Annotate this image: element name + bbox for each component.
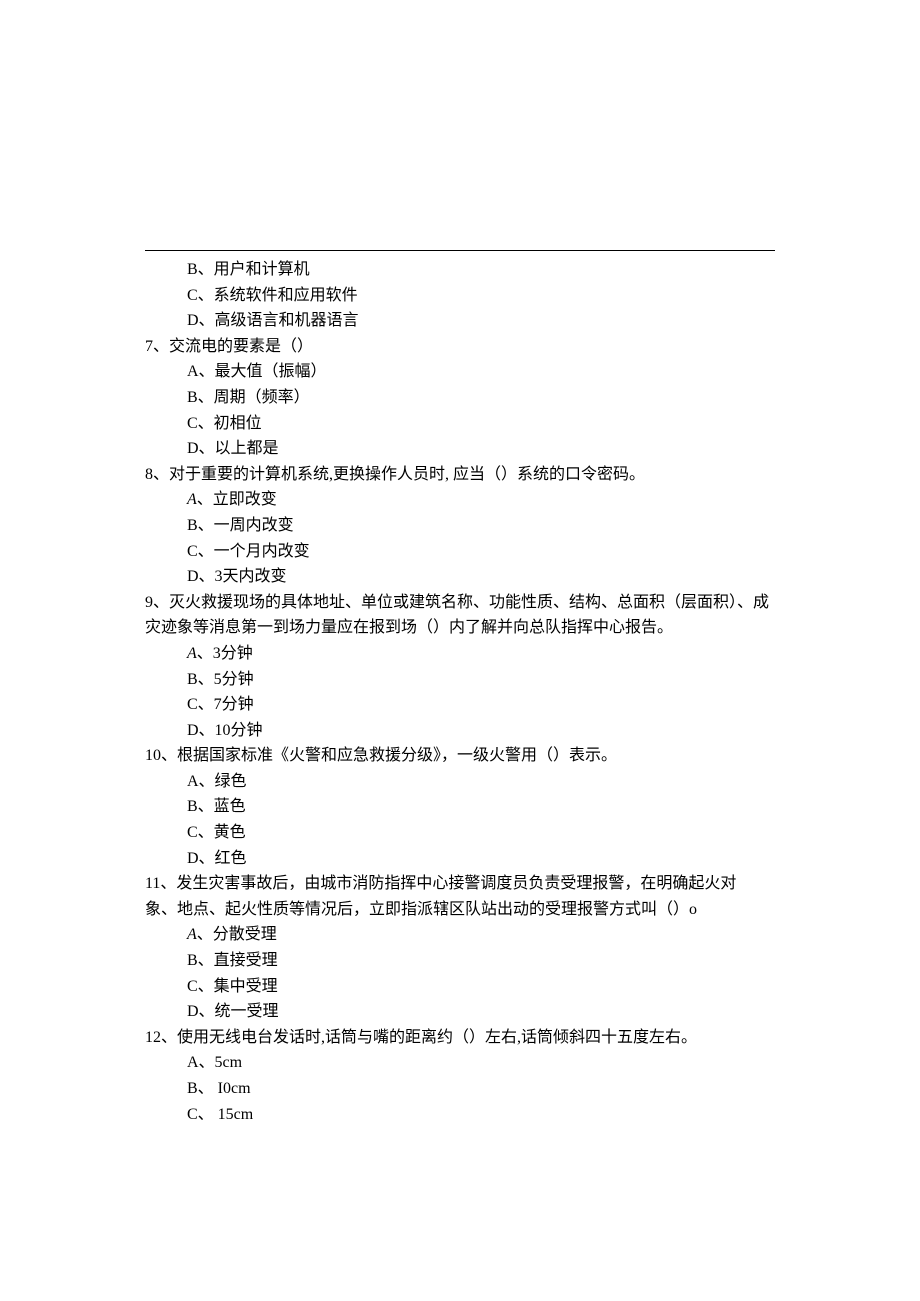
question-11-option-d: D、统一受理 bbox=[145, 999, 775, 1025]
italic-letter-a: A bbox=[187, 926, 197, 943]
question-8: 8、对于重要的计算机系统,更换操作人员时, 应当（）系统的口令密码。 bbox=[145, 462, 775, 488]
question-10-option-d: D、红色 bbox=[145, 846, 775, 872]
question-7-option-a: A、最大值（振幅） bbox=[145, 359, 775, 385]
question-8-option-c: C、一个月内改变 bbox=[145, 539, 775, 565]
question-6-option-c: C、系统软件和应用软件 bbox=[145, 283, 775, 309]
question-9-option-a: A、3分钟 bbox=[145, 641, 775, 667]
question-12: 12、使用无线电台发话时,话筒与嘴的距离约（）左右,话筒倾斜四十五度左右。 bbox=[145, 1025, 775, 1051]
question-11-line-1: 11、发生灾害事故后，由城市消防指挥中心接警调度员负责受理报警，在明确起火对 bbox=[145, 871, 775, 897]
question-9-line-1: 9、灭火救援现场的具体地址、单位或建筑名称、功能性质、结构、总面积（层面积）、成 bbox=[145, 590, 775, 616]
question-9-option-a-text: 、3分钟 bbox=[197, 645, 253, 662]
question-9-option-d: D、10分钟 bbox=[145, 718, 775, 744]
question-10-option-a: A、绿色 bbox=[145, 769, 775, 795]
question-9-option-b: B、5分钟 bbox=[145, 667, 775, 693]
question-9-option-c: C、7分钟 bbox=[145, 692, 775, 718]
question-7: 7、交流电的要素是（） bbox=[145, 334, 775, 360]
divider-line bbox=[145, 250, 775, 251]
question-12-option-c: C、 15cm bbox=[145, 1102, 775, 1128]
question-11-option-a: A、分散受理 bbox=[145, 922, 775, 948]
question-6-option-d: D、高级语言和机器语言 bbox=[145, 308, 775, 334]
question-7-option-d: D、以上都是 bbox=[145, 436, 775, 462]
question-8-option-a: A、立即改变 bbox=[145, 487, 775, 513]
question-12-option-a: A、5cm bbox=[145, 1050, 775, 1076]
question-11-option-a-text: 、分散受理 bbox=[197, 926, 277, 943]
question-9-line-2: 灾迹象等消息第一到场力量应在报到场（）内了解并向总队指挥中心报告。 bbox=[145, 615, 775, 641]
question-10-option-c: C、黄色 bbox=[145, 820, 775, 846]
italic-letter-a: A bbox=[187, 491, 197, 508]
question-11-option-b: B、直接受理 bbox=[145, 948, 775, 974]
question-11-line-2: 象、地点、起火性质等情况后，立即指派辖区队站出动的受理报警方式叫（）o bbox=[145, 897, 775, 923]
question-8-option-a-text: 、立即改变 bbox=[197, 491, 277, 508]
question-8-option-d: D、3天内改变 bbox=[145, 564, 775, 590]
italic-letter-a: A bbox=[187, 645, 197, 662]
question-10: 10、根据国家标准《火警和应急救援分级》，一级火警用（）表示。 bbox=[145, 743, 775, 769]
question-12-option-b: B、 I0cm bbox=[145, 1076, 775, 1102]
question-10-option-b: B、蓝色 bbox=[145, 794, 775, 820]
question-11-option-c: C、集中受理 bbox=[145, 974, 775, 1000]
document-page: B、用户和计算机 C、系统软件和应用软件 D、高级语言和机器语言 7、交流电的要… bbox=[0, 0, 920, 1167]
question-7-option-b: B、周期（频率） bbox=[145, 385, 775, 411]
question-6-option-b: B、用户和计算机 bbox=[145, 257, 775, 283]
question-7-option-c: C、初相位 bbox=[145, 411, 775, 437]
question-8-option-b: B、一周内改变 bbox=[145, 513, 775, 539]
